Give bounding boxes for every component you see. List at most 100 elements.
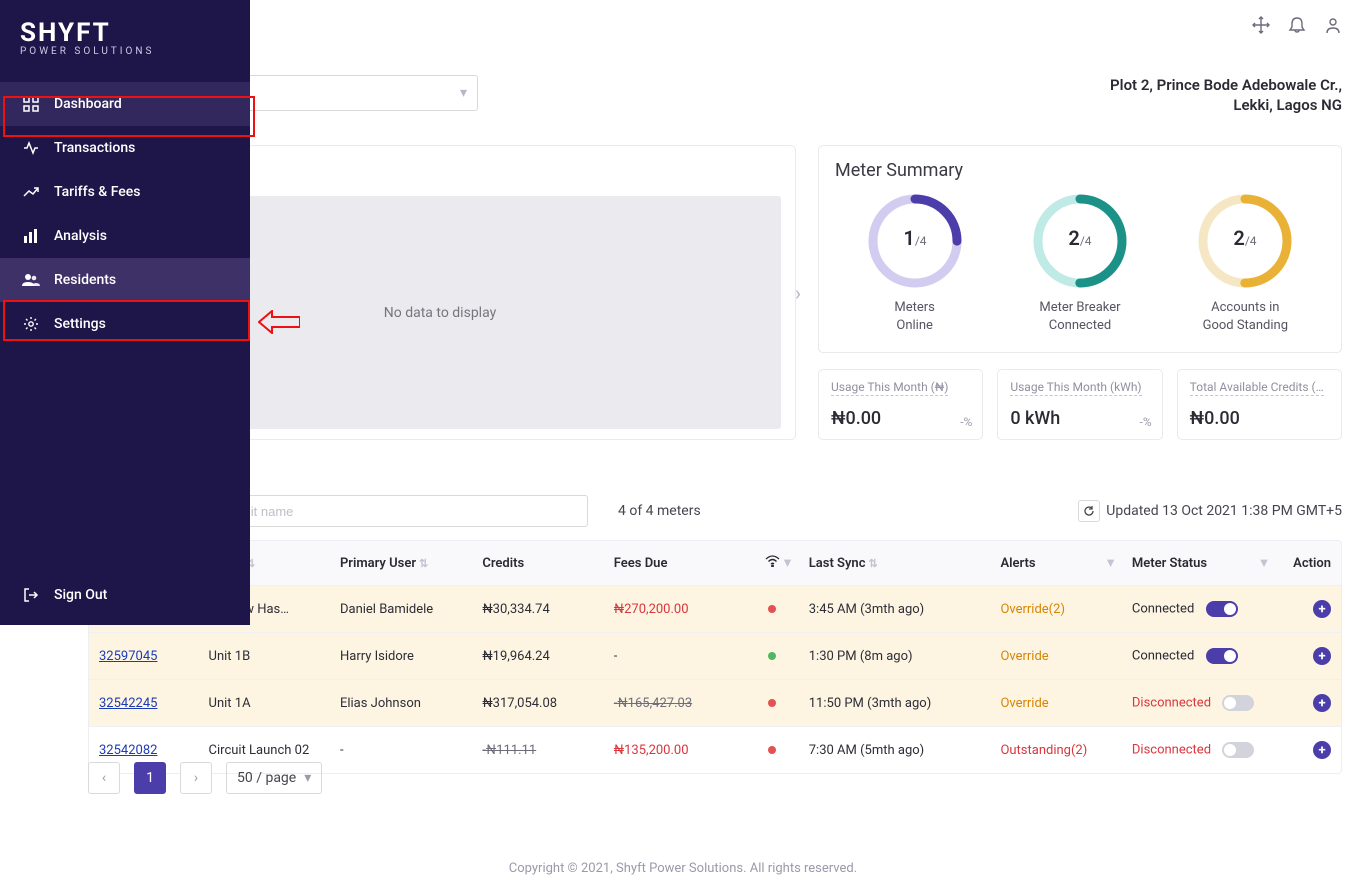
ring-stat: 1/4 MetersOnline <box>865 191 965 334</box>
cell-fees: - <box>604 633 746 680</box>
cell-credits: ₦30,334.74 <box>472 586 603 633</box>
chart-next[interactable]: › <box>795 281 801 305</box>
stat-label: Total Available Credits (… <box>1190 380 1324 396</box>
meters-table: Name⇅ Primary User⇅ Credits Fees Due ▾ L… <box>88 540 1342 774</box>
address: Plot 2, Prince Bode Adebowale Cr., Lekki… <box>1110 75 1342 116</box>
header-row: ex ▾ Plot 2, Prince Bode Adebowale Cr., … <box>88 75 1342 116</box>
per-page-label: 50 / page <box>237 770 296 786</box>
logo: SHYFT POWER SOLUTIONS <box>0 0 250 82</box>
row-action-button[interactable]: + <box>1313 694 1331 712</box>
filter-icon: ▾ <box>1107 556 1114 571</box>
svg-text:1/4: 1/4 <box>903 226 926 250</box>
sidebar-item-settings[interactable]: Settings <box>0 302 250 346</box>
footer: Copyright © 2021, Shyft Power Solutions.… <box>0 861 1366 876</box>
sidebar-item-label: Settings <box>54 316 106 332</box>
row-action-button[interactable]: + <box>1313 741 1331 759</box>
page-next[interactable]: › <box>180 762 212 794</box>
page-prev[interactable]: ‹ <box>88 762 120 794</box>
cell-sync: 11:50 PM (3mth ago) <box>799 680 991 727</box>
meter-toggle[interactable] <box>1206 601 1238 617</box>
pager: ‹ 1 › 50 / page ▾ <box>88 762 322 794</box>
cell-fees: ₦135,200.00 <box>604 727 746 774</box>
chevron-down-icon: ▾ <box>304 770 311 786</box>
th-user[interactable]: Primary User⇅ <box>330 541 472 586</box>
grid-icon <box>20 96 42 112</box>
signout-label: Sign Out <box>54 587 107 603</box>
refresh-icon[interactable] <box>1078 500 1100 522</box>
cell-alert: Override <box>990 633 1121 680</box>
svg-text:2/4: 2/4 <box>1068 226 1091 250</box>
meter-toggle[interactable] <box>1222 695 1254 711</box>
user-icon[interactable] <box>1324 16 1342 38</box>
sidebar-item-transactions[interactable]: Transactions <box>0 126 250 170</box>
ring-stat: 2/4 Accounts inGood Standing <box>1195 191 1295 334</box>
logo-main: SHYFT <box>20 18 230 48</box>
stat-label: Usage This Month (kWh) <box>1010 380 1141 396</box>
stat-pct: -% <box>1140 415 1152 429</box>
cell-meter-id[interactable]: 32542245 <box>89 680 199 727</box>
cell-alert: Outstanding(2) <box>990 727 1121 774</box>
stat-value: ₦0.00 <box>1190 408 1329 429</box>
row-action-button[interactable]: + <box>1313 600 1331 618</box>
wifi-icon <box>765 556 780 571</box>
main-panel: No data to display › Meter Summary 1/4 M… <box>88 145 1342 440</box>
cell-meter-id[interactable]: 32597045 <box>89 633 199 680</box>
th-sync[interactable]: Last Sync⇅ <box>799 541 991 586</box>
signout-icon <box>20 587 42 603</box>
cell-status-dot <box>746 633 799 680</box>
sidebar-item-label: Analysis <box>54 228 107 244</box>
cell-name: Unit 1B <box>199 633 330 680</box>
updated-info: Updated 13 Oct 2021 1:38 PM GMT+5 <box>1078 500 1342 522</box>
cell-name: Unit 1A <box>199 680 330 727</box>
cell-status-dot <box>746 727 799 774</box>
bell-icon[interactable] <box>1288 16 1306 38</box>
cell-meter-status: Connected <box>1122 633 1275 680</box>
meter-count: 4 of 4 meters <box>618 503 701 519</box>
sidebar: SHYFT POWER SOLUTIONS Dashboard Transact… <box>0 0 250 625</box>
page-current[interactable]: 1 <box>134 762 166 794</box>
trending-up-icon <box>20 184 42 200</box>
cell-user: Elias Johnson <box>330 680 472 727</box>
ring-label: Meter BreakerConnected <box>1030 299 1130 334</box>
stat-card: Total Available Credits (… ₦0.00 <box>1177 369 1342 440</box>
row-action-button[interactable]: + <box>1313 647 1331 665</box>
sidebar-item-tariffs[interactable]: Tariffs & Fees <box>0 170 250 214</box>
cell-status-dot <box>746 586 799 633</box>
th-alerts[interactable]: Alerts▾ <box>990 541 1121 586</box>
sidebar-item-dashboard[interactable]: Dashboard <box>0 82 250 126</box>
sidebar-item-label: Residents <box>54 272 116 288</box>
cell-user: - <box>330 727 472 774</box>
sidebar-signout[interactable]: Sign Out <box>0 573 250 617</box>
stat-label: Usage This Month (₦) <box>831 380 948 396</box>
ring-label: MetersOnline <box>865 299 965 334</box>
filter-icon: ▾ <box>1261 556 1268 571</box>
filter-icon: ▾ <box>784 556 791 571</box>
sidebar-item-analysis[interactable]: Analysis <box>0 214 250 258</box>
cell-action: + <box>1275 680 1341 727</box>
cell-sync: 1:30 PM (8m ago) <box>799 633 991 680</box>
summary-column: Meter Summary 1/4 MetersOnline 2/4 Meter… <box>818 145 1342 440</box>
meter-toggle[interactable] <box>1206 648 1238 664</box>
svg-text:2/4: 2/4 <box>1234 226 1257 250</box>
cell-user: Harry Isidore <box>330 633 472 680</box>
updated-text: Updated 13 Oct 2021 1:38 PM GMT+5 <box>1106 503 1342 519</box>
cell-action: + <box>1275 727 1341 774</box>
sidebar-item-residents[interactable]: Residents <box>0 258 250 302</box>
meter-summary-title: Meter Summary <box>835 160 1325 181</box>
cell-sync: 7:30 AM (5mth ago) <box>799 727 991 774</box>
per-page-select[interactable]: 50 / page ▾ <box>226 762 322 794</box>
meter-toggle[interactable] <box>1222 742 1254 758</box>
meter-summary-rings: 1/4 MetersOnline 2/4 Meter BreakerConnec… <box>835 191 1325 334</box>
move-icon[interactable] <box>1252 16 1270 38</box>
stat-row: Usage This Month (₦) ₦0.00 -% Usage This… <box>818 369 1342 440</box>
th-status[interactable]: Meter Status▾ <box>1122 541 1275 586</box>
cell-sync: 3:45 AM (3mth ago) <box>799 586 991 633</box>
cell-credits: -₦111.11 <box>472 727 603 774</box>
sort-icon: ⇅ <box>419 557 428 570</box>
filter-bar: 4 of 4 meters Updated 13 Oct 2021 1:38 P… <box>88 495 1342 527</box>
th-signal[interactable]: ▾ <box>746 541 799 586</box>
th-action: Action <box>1275 541 1341 586</box>
th-fees: Fees Due <box>604 541 746 586</box>
sidebar-item-label: Transactions <box>54 140 135 156</box>
address-line1: Plot 2, Prince Bode Adebowale Cr., <box>1110 75 1342 95</box>
